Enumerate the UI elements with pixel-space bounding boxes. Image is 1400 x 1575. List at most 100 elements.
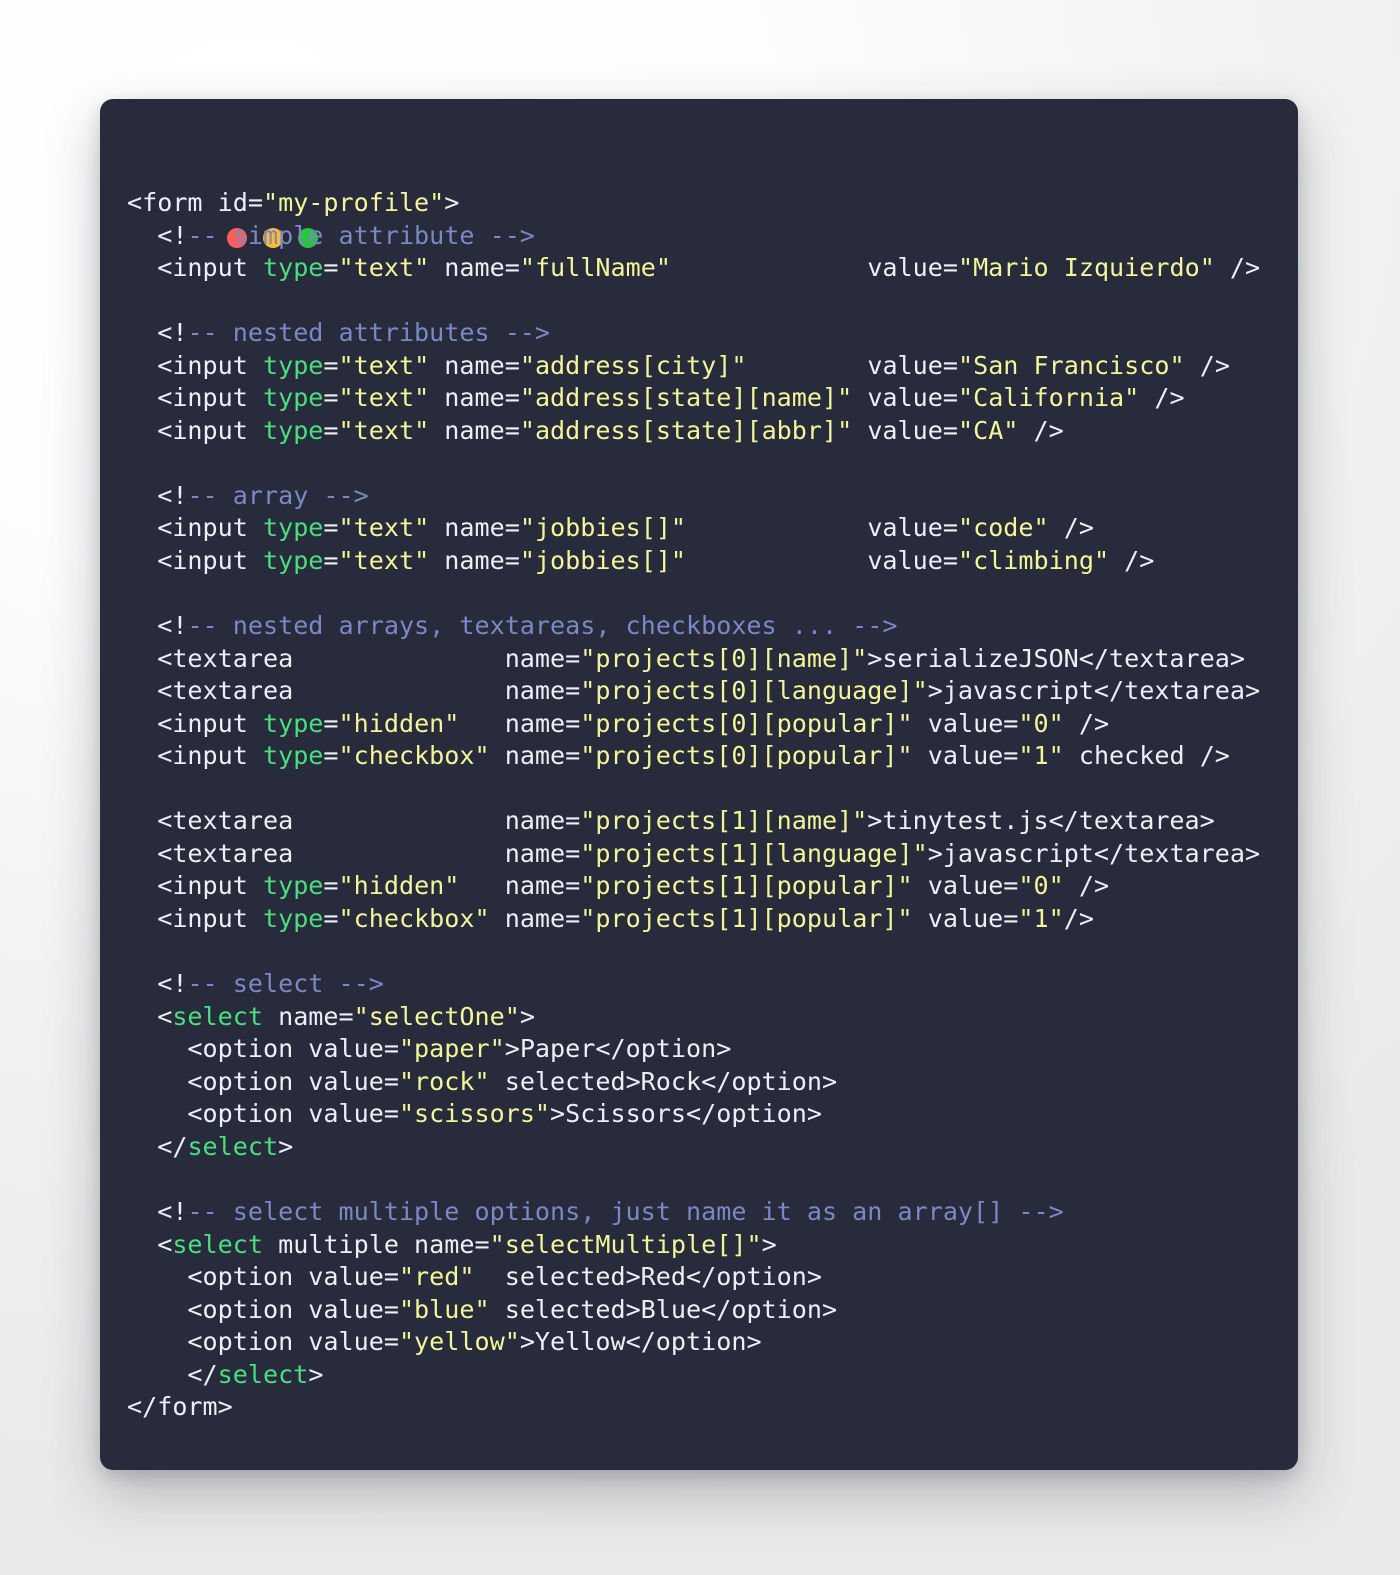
code-token-pl: /> bbox=[1063, 708, 1110, 738]
code-token-pl: name= bbox=[429, 546, 520, 576]
code-token-pl: <textarea name= bbox=[127, 838, 581, 868]
code-token-pl: value= bbox=[912, 708, 1019, 738]
code-token-str: "red" bbox=[398, 1262, 475, 1292]
code-block: <form id="my-profile"> <!-- simple attri… bbox=[127, 187, 1260, 1424]
code-token-pl: > bbox=[278, 1131, 294, 1161]
code-token-pl: value= bbox=[912, 871, 1019, 901]
code-token-str: "jobbies[]" bbox=[519, 546, 687, 576]
code-token-pl: /> bbox=[1214, 253, 1261, 283]
code-token-pl: <form id= bbox=[127, 188, 263, 217]
code-token-pl: selected>Red</option> bbox=[474, 1262, 822, 1292]
code-token-pl: <option value= bbox=[127, 1327, 399, 1357]
code-token-str: "address[city]" bbox=[519, 350, 747, 380]
code-line: <option value="scissors">Scissors</optio… bbox=[127, 1098, 1260, 1131]
code-token-str: "hidden" bbox=[338, 871, 460, 901]
code-token-str: "text" bbox=[338, 350, 430, 380]
code-token-pl: <! bbox=[127, 480, 188, 510]
code-token-pl: <option value= bbox=[127, 1066, 399, 1096]
code-token-tag: type bbox=[262, 253, 324, 283]
code-token-pl: > bbox=[308, 1359, 324, 1389]
code-token-pl: <option value= bbox=[127, 1034, 399, 1064]
code-token-str: "projects[1][language]" bbox=[580, 838, 928, 868]
code-token-str: "California" bbox=[957, 383, 1140, 413]
code-token-str: "fullName" bbox=[519, 253, 671, 283]
code-token-str: "projects[1][name]" bbox=[580, 806, 868, 836]
code-line: </form> bbox=[127, 1391, 1260, 1424]
code-token-pl: = bbox=[323, 708, 339, 738]
code-token-str: "hidden" bbox=[338, 708, 460, 738]
code-line: <textarea name="projects[0][name]">seria… bbox=[127, 643, 1260, 676]
code-token-pl: >tinytest.js</textarea> bbox=[867, 806, 1215, 836]
code-line: <option value="red" selected>Red</option… bbox=[127, 1261, 1260, 1294]
code-token-pl: >javascript</textarea> bbox=[927, 838, 1261, 868]
code-token-cmt: -- simple attribute --> bbox=[187, 220, 535, 250]
code-token-str: "checkbox" bbox=[338, 904, 490, 934]
code-token-pl: <option value= bbox=[127, 1099, 399, 1129]
code-line: <input type="text" name="address[state][… bbox=[127, 382, 1260, 415]
code-token-pl: </form> bbox=[127, 1392, 233, 1422]
code-line: <input type="text" name="jobbies[]" valu… bbox=[127, 512, 1260, 545]
code-token-str: "address[state][abbr]" bbox=[519, 415, 853, 445]
code-token-pl: name= bbox=[429, 383, 520, 413]
code-line: <!-- nested attributes --> bbox=[127, 317, 1260, 350]
code-token-pl: name= bbox=[459, 708, 581, 738]
code-line: <option value="paper">Paper</option> bbox=[127, 1033, 1260, 1066]
code-token-pl: name= bbox=[489, 904, 581, 934]
code-line: <select name="selectOne"> bbox=[127, 1001, 1260, 1034]
code-line: <select multiple name="selectMultiple[]"… bbox=[127, 1229, 1260, 1262]
code-token-str: "0" bbox=[1018, 708, 1064, 738]
code-token-str: "text" bbox=[338, 546, 430, 576]
code-token-str: "text" bbox=[338, 513, 430, 543]
code-token-tag: type bbox=[262, 383, 324, 413]
code-token-pl: multiple name= bbox=[262, 1229, 490, 1259]
code-token-str: "address[state][name]" bbox=[519, 383, 853, 413]
code-token-pl: </ bbox=[127, 1131, 188, 1161]
code-token-pl: = bbox=[323, 253, 339, 283]
code-token-pl: name= bbox=[489, 741, 581, 771]
window-titlebar bbox=[100, 99, 1298, 179]
code-token-cmt: -- array --> bbox=[187, 480, 369, 510]
code-token-str: "text" bbox=[338, 383, 430, 413]
code-token-str: "rock" bbox=[398, 1066, 490, 1096]
code-token-str: "text" bbox=[338, 253, 430, 283]
code-token-pl: <option value= bbox=[127, 1262, 399, 1292]
code-token-str: "CA" bbox=[957, 415, 1019, 445]
code-line: <!-- nested arrays, textareas, checkboxe… bbox=[127, 610, 1260, 643]
code-token-pl: value= bbox=[746, 350, 958, 380]
code-token-pl: /> bbox=[1139, 383, 1185, 413]
code-token-pl: < bbox=[127, 1001, 173, 1031]
code-token-str: "jobbies[]" bbox=[519, 513, 687, 543]
code-token-pl: = bbox=[323, 415, 339, 445]
code-token-pl: = bbox=[323, 904, 339, 934]
code-token-pl: = bbox=[323, 513, 339, 543]
code-token-pl: name= bbox=[262, 1001, 354, 1031]
code-token-pl: value= bbox=[912, 741, 1019, 771]
code-token-pl: name= bbox=[429, 350, 520, 380]
code-line: </select> bbox=[127, 1131, 1260, 1164]
code-token-str: "yellow" bbox=[398, 1327, 520, 1357]
code-token-tag: select bbox=[172, 1229, 263, 1259]
code-token-str: "San Francisco" bbox=[957, 350, 1185, 380]
code-token-pl: selected>Rock</option> bbox=[489, 1066, 838, 1096]
code-token-pl: <option value= bbox=[127, 1294, 399, 1324]
code-token-tag: select bbox=[172, 1001, 263, 1031]
code-token-pl: >Paper</option> bbox=[504, 1034, 732, 1064]
code-token-pl: value= bbox=[852, 383, 958, 413]
code-token-pl: <! bbox=[127, 220, 188, 250]
code-token-tag: type bbox=[262, 513, 324, 543]
code-line: <!-- simple attribute --> bbox=[127, 220, 1260, 253]
code-token-pl: >serializeJSON</textarea> bbox=[867, 643, 1245, 673]
code-token-pl: <input bbox=[127, 741, 263, 771]
code-token-tag: type bbox=[262, 546, 324, 576]
code-token-str: "selectOne" bbox=[353, 1001, 520, 1031]
code-token-tag: type bbox=[262, 741, 324, 771]
code-token-pl: <input bbox=[127, 350, 263, 380]
code-token-str: "text" bbox=[338, 415, 430, 445]
code-line: <input type="text" name="jobbies[]" valu… bbox=[127, 545, 1260, 578]
code-token-tag: type bbox=[262, 350, 324, 380]
code-token-cmt: -- select --> bbox=[187, 969, 384, 999]
code-token-pl: = bbox=[323, 350, 339, 380]
code-token-pl: > bbox=[519, 1001, 535, 1031]
code-token-pl: <textarea name= bbox=[127, 676, 581, 706]
code-line: <option value="yellow">Yellow</option> bbox=[127, 1326, 1260, 1359]
